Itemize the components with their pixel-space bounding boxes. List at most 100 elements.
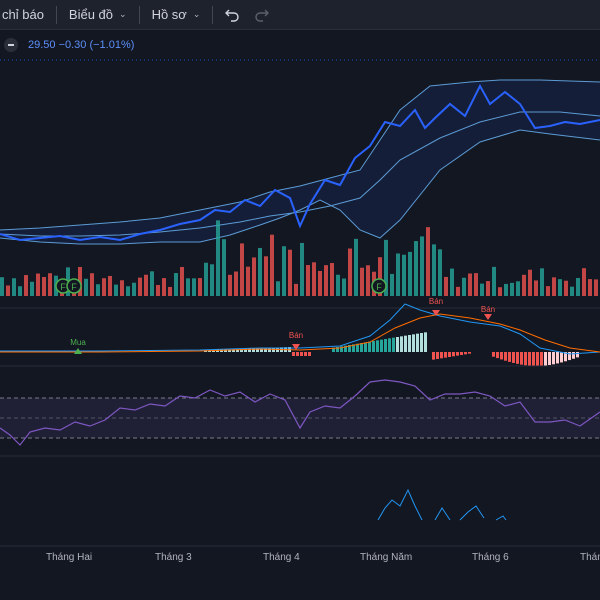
top-toolbar: chỉ báo Biểu đồ ⌄ Hồ sơ ⌄ [0,0,600,30]
volume-bar [126,286,130,296]
volume-bar [426,227,430,296]
macd-histogram-bar [512,352,515,363]
volume-bar [210,264,214,296]
volume-bar [498,287,502,296]
indicators-button[interactable]: chỉ báo [0,0,52,30]
macd-histogram-bar [576,352,579,358]
undo-icon [225,9,240,22]
volume-bar [576,277,580,296]
volume-bar [366,265,370,296]
volume-bar [528,269,532,296]
volume-bar [198,278,202,296]
sell-label: Bán [481,305,495,314]
volume-bar [336,274,340,296]
volume-bar [402,254,406,296]
toolbar-divider [55,5,57,24]
macd-histogram-bar [440,352,443,359]
volume-bar [222,239,226,296]
volume-bar [420,236,424,296]
volume-bar [360,267,364,296]
volume-bar [564,280,568,296]
volume-bar [432,244,436,296]
macd-histogram-bar [420,333,423,352]
volume-bar [246,266,250,296]
event-marker-label: F [60,282,66,292]
volume-bar [156,285,160,296]
macd-histogram-bar [424,332,427,352]
indicators-label: chỉ báo [2,7,44,22]
volume-bar [396,253,400,296]
macd-histogram-bar [504,352,507,361]
volume-bar [318,270,322,296]
macd-histogram-bar [516,352,519,364]
volume-bar [540,268,544,296]
chart-menu-button[interactable]: Biểu đồ ⌄ [61,0,135,30]
sell-label: Bán [429,297,443,306]
volume-bar [150,271,154,296]
volume-bar [330,263,334,296]
profile-menu-label: Hồ sơ [151,7,187,22]
chart-area[interactable]: F F F Mua Bán Bán Bán [0,30,600,550]
volume-bar [96,284,100,296]
volume-bar [162,278,166,296]
volume-bar [588,279,592,296]
volume-bar [84,278,88,296]
indicator-line [434,507,451,521]
macd-histogram-bar [380,339,383,352]
volume-bar [492,266,496,296]
time-axis-label: Tháng 3 [155,552,192,563]
volume-bar [6,285,10,296]
volume-bar [510,282,514,296]
macd-histogram-bar [536,352,539,366]
volume-bar [270,234,274,296]
redo-button[interactable] [247,0,277,30]
macd-histogram-bar [556,352,559,364]
macd-histogram-bar [552,352,555,365]
sell-marker-icon [292,344,300,350]
macd-histogram-bar [404,335,407,352]
macd-histogram-bar [448,352,451,357]
volume-bar [192,278,196,296]
macd-histogram-bar [496,352,499,359]
volume-bar [474,273,478,296]
volume-bar [342,278,346,296]
profile-menu-button[interactable]: Hồ sơ ⌄ [144,0,209,30]
volume-bar [348,248,352,296]
time-axis-label: Tháng Năm [360,552,413,563]
volume-bar [522,274,526,296]
volume-bar [414,241,418,296]
volume-bar [558,279,562,296]
redo-icon [255,9,270,22]
macd-histogram-bar [296,352,299,356]
volume-bar [312,262,316,296]
buy-label: Mua [70,338,86,347]
volume-bar [36,273,40,296]
time-axis-label: Tháng 6 [472,552,509,563]
bollinger-band-fill [0,80,600,244]
undo-button[interactable] [217,0,247,30]
indicator-line [459,505,485,521]
time-axis-label: Tháng Hai [46,552,93,563]
macd-histogram-bar [492,352,495,357]
macd-histogram-bar [436,352,439,359]
volume-bar [294,283,298,296]
volume-bar [282,246,286,296]
volume-bar [144,274,148,296]
volume-bar [276,281,280,296]
macd-histogram-bar [412,334,415,352]
sell-label: Bán [289,331,303,340]
macd-histogram-bar [508,352,511,362]
macd-histogram-bar [432,352,435,360]
volume-bar [450,268,454,296]
macd-histogram-bar [408,335,411,352]
toolbar-divider [138,5,140,24]
sell-marker-icon [484,314,492,320]
macd-histogram-bar [452,352,455,357]
volume-bar [258,247,262,296]
macd-histogram-bar [464,352,467,355]
macd-histogram-bar [456,352,459,356]
volume-bar [594,279,598,296]
macd-histogram-bar [368,341,371,352]
volume-bar [468,273,472,296]
volume-bar [456,286,460,296]
